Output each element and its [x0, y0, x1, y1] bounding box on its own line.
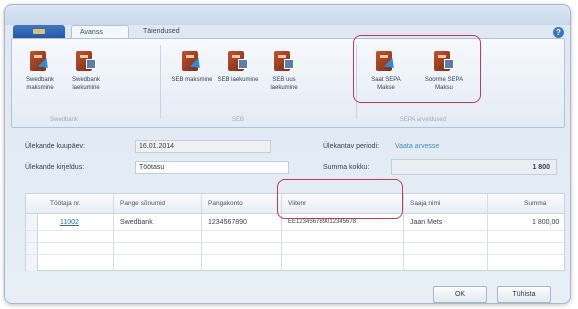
seb-receive-button[interactable]: SEB laekumine: [216, 49, 260, 107]
date-label: Ülekande kuupäev:: [25, 143, 85, 150]
header-pangakonto[interactable]: Pangakonto: [208, 200, 243, 207]
app-menu-icon: [33, 29, 45, 34]
swedbank-receive-button[interactable]: Swedbank laekumine: [64, 49, 108, 107]
bank-send-icon: [180, 49, 205, 73]
cancel-button[interactable]: Tühista: [497, 286, 551, 303]
cell-reference[interactable]: EE123456789012345678: [288, 219, 356, 225]
date-field[interactable]: 16.01.2014: [135, 140, 271, 153]
help-icon[interactable]: ?: [553, 27, 564, 38]
cell-bank[interactable]: Swedbank: [120, 219, 153, 226]
header-summa[interactable]: Summa: [524, 200, 546, 207]
header-pange[interactable]: Pange sõnumid: [120, 200, 165, 207]
header-tootaja[interactable]: Töötaja nr.: [50, 200, 81, 207]
cell-amount[interactable]: 1 800,00: [532, 219, 559, 226]
bank-send-icon: [28, 49, 53, 73]
ribbon-group-label: Swedbank: [49, 117, 79, 123]
app-menu-button[interactable]: [13, 25, 65, 38]
ribbon-group-swedbank: Swedbank maksmine Swedbank laekumine Swe…: [16, 43, 112, 125]
ribbon-separator: [160, 45, 161, 119]
header-saaja[interactable]: Saaja nimi: [410, 200, 440, 207]
description-field[interactable]: Töötasu: [135, 161, 289, 174]
ribbon-group-label: SEPA arveldused: [399, 117, 447, 123]
tab-taiendused[interactable]: Täiendused: [135, 25, 193, 39]
grid-row-line: [26, 242, 564, 243]
sum-label: Summa kokku:: [323, 164, 370, 171]
amount-label: Ülekantav periodi:: [323, 143, 380, 150]
ribbon-group-seb: SEB maksmine SEB laekumine SEB uus laeku…: [164, 43, 312, 125]
bank-receive-icon: [226, 49, 250, 73]
grid-row-line: [26, 230, 564, 231]
bank-receive-icon: [74, 49, 98, 73]
sum-field: 1 800: [391, 159, 557, 175]
description-label: Ülekande kirjeldus:: [25, 164, 85, 171]
ok-button[interactable]: OK: [433, 286, 487, 303]
amount-link[interactable]: Vaata arvesse: [395, 143, 439, 150]
cell-recipient[interactable]: Jaan Mets: [410, 219, 442, 226]
ribbon-group-label: SEB: [231, 117, 244, 123]
bank-receive-icon: [272, 49, 296, 73]
sepa-highlight: [353, 35, 481, 103]
tab-avanss[interactable]: Avanss: [71, 25, 129, 39]
ribbon-panel: Swedbank maksmine Swedbank laekumine Swe…: [11, 38, 565, 128]
seb-send-button[interactable]: SEB maksmine: [170, 49, 214, 107]
title-bar: [5, 5, 570, 25]
cell-employee-nr[interactable]: 11002: [60, 219, 79, 226]
cell-account[interactable]: 1234567890: [208, 219, 247, 226]
form-area: Ülekande kuupäev: 16.01.2014 Ülekande ki…: [11, 133, 565, 181]
reference-highlight: [277, 179, 403, 219]
swedbank-send-button[interactable]: Swedbank maksmine: [18, 49, 62, 107]
seb-new-receive-button[interactable]: SEB uus laekumine: [262, 49, 306, 107]
grid-row-line: [26, 254, 564, 255]
dialog-window: ? Avanss Täiendused Swedbank maksmine Sw…: [4, 4, 571, 304]
